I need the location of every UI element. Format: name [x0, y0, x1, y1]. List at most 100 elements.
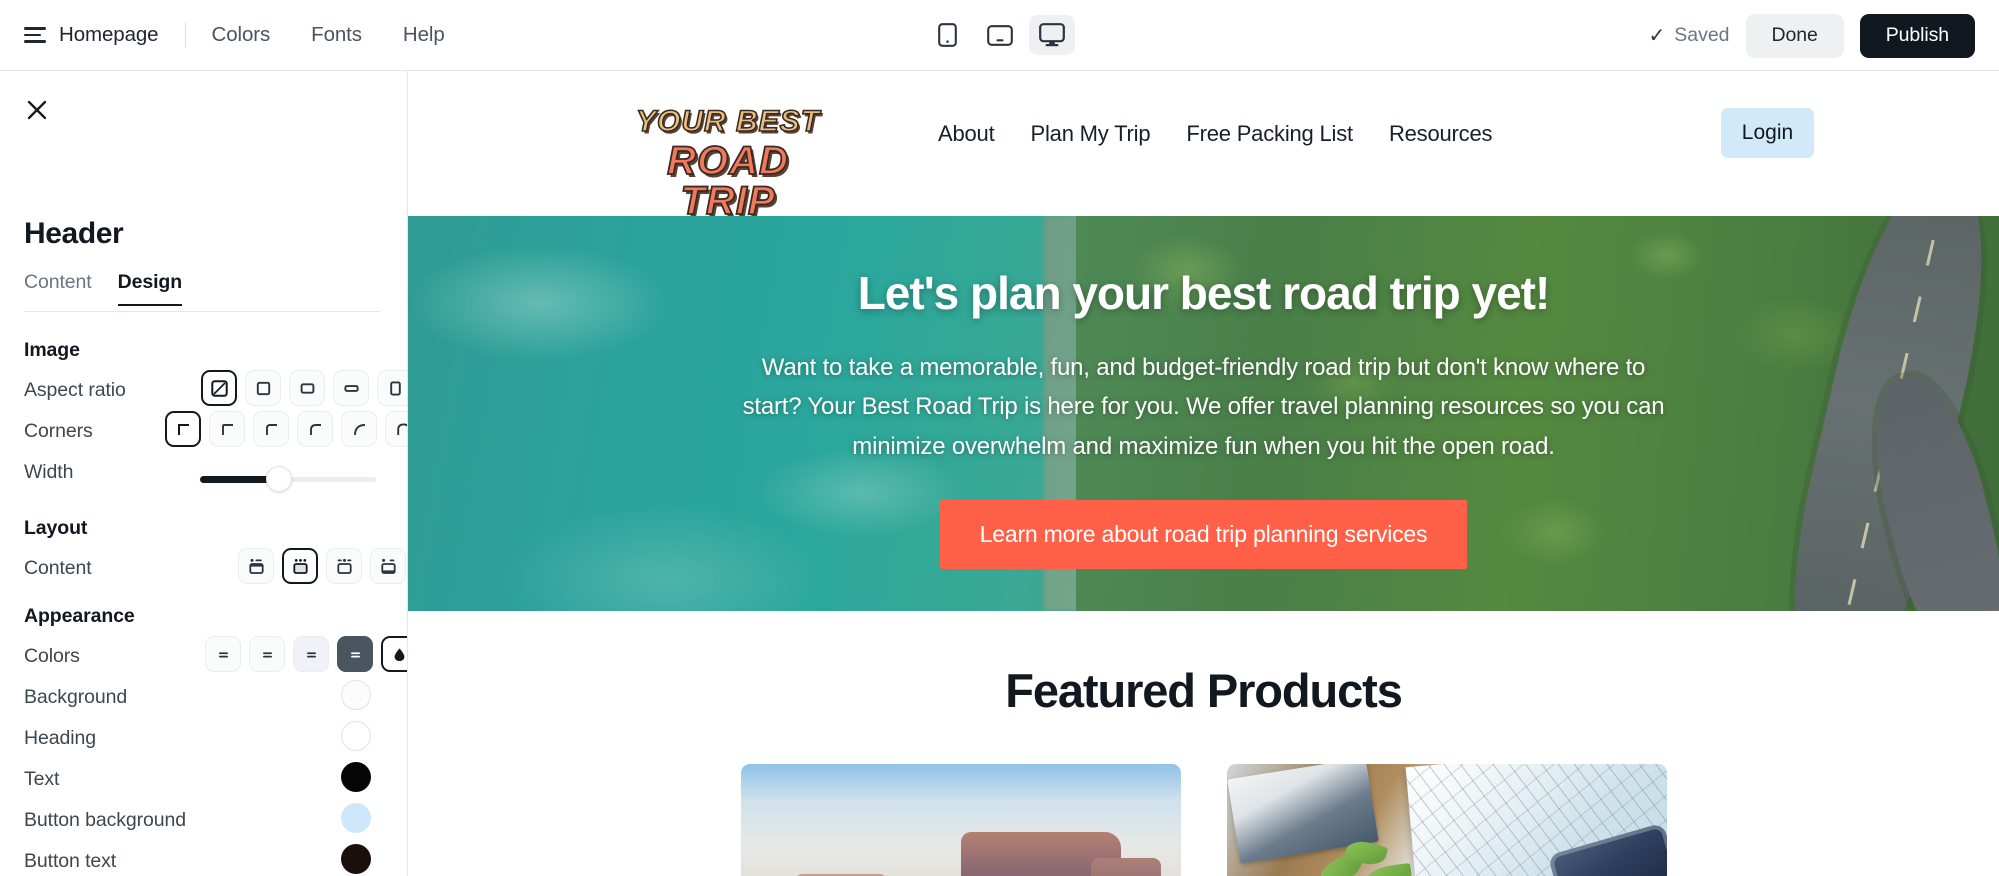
product-card[interactable]	[1226, 764, 1667, 876]
color-scheme-custom-button[interactable]	[381, 636, 407, 672]
toolbar-left-group: Homepage Colors Fonts Help	[0, 22, 445, 48]
nav-item-about[interactable]: About	[938, 121, 995, 147]
swatch-text[interactable]	[341, 762, 371, 792]
tab-design[interactable]: Design	[117, 271, 182, 306]
logo-line-2: ROAD TRIP	[666, 139, 789, 223]
logo-line-1: YOUR BEST	[635, 105, 821, 138]
device-tablet-button[interactable]	[977, 15, 1023, 55]
aspect-ratio-original-button[interactable]	[201, 370, 237, 406]
toolbar-divider	[184, 22, 186, 48]
toolbar-item-colors[interactable]: Colors	[212, 23, 271, 47]
site-header[interactable]: YOUR BEST ROAD TRIP About Plan My Trip F…	[408, 71, 1999, 222]
equals-icon	[262, 651, 272, 657]
save-status: ✓ Saved	[1648, 24, 1729, 47]
color-scheme-3-button[interactable]	[293, 636, 329, 672]
section-title-appearance: Appearance	[24, 605, 135, 627]
desktop-icon	[1038, 23, 1065, 47]
equals-icon	[350, 651, 360, 657]
layout-left-button[interactable]	[238, 548, 274, 584]
width-slider[interactable]	[200, 466, 376, 492]
saved-label: Saved	[1674, 24, 1730, 46]
aspect-ratio-four-three-button[interactable]	[289, 370, 325, 406]
tab-content[interactable]: Content	[24, 271, 92, 306]
device-preview-switcher	[925, 15, 1075, 55]
close-icon	[27, 100, 47, 120]
color-scheme-4-button[interactable]	[337, 636, 373, 672]
corners-large-button[interactable]	[341, 411, 377, 447]
colors-scheme-options	[205, 636, 407, 672]
device-mobile-button[interactable]	[925, 15, 971, 55]
swatch-button-text[interactable]	[341, 844, 371, 874]
editor-toolbar: Homepage Colors Fonts Help ✓ Saved Done …	[0, 0, 1999, 71]
aspect-ratio-square-button[interactable]	[245, 370, 281, 406]
label-layout-content: Content	[24, 557, 92, 579]
layout-right-icon	[380, 558, 396, 574]
aspect-four-three-icon	[300, 382, 314, 394]
hamburger-icon[interactable]	[24, 27, 46, 43]
label-button-background-color: Button background	[24, 809, 187, 831]
label-corners: Corners	[24, 420, 93, 442]
desert-butte	[1090, 858, 1161, 876]
publish-button[interactable]: Publish	[1859, 13, 1975, 58]
aspect-ratio-wide-button[interactable]	[333, 370, 369, 406]
toolbar-item-fonts[interactable]: Fonts	[311, 23, 362, 47]
featured-products-section: Featured Products	[408, 611, 1999, 876]
site-preview-canvas: YOUR BEST ROAD TRIP About Plan My Trip F…	[408, 71, 1999, 876]
aspect-portrait-icon	[389, 380, 401, 396]
label-button-text-color: Button text	[24, 850, 117, 872]
label-colors: Colors	[24, 645, 80, 667]
nav-item-resources[interactable]: Resources	[1389, 121, 1493, 147]
aspect-ratio-portrait-button[interactable]	[377, 370, 407, 406]
product-card-list	[408, 764, 1999, 876]
section-title-layout: Layout	[24, 517, 88, 539]
swatch-background[interactable]	[341, 680, 371, 710]
label-width: Width	[24, 461, 74, 483]
nav-item-free-packing-list[interactable]: Free Packing List	[1186, 121, 1353, 147]
color-scheme-2-button[interactable]	[249, 636, 285, 672]
layout-center-icon	[292, 558, 308, 574]
corner-sharp-icon	[177, 423, 189, 435]
panel-tabs: Content Design	[24, 271, 182, 306]
leaf	[1361, 862, 1414, 876]
layout-split-button[interactable]	[326, 548, 362, 584]
site-logo[interactable]: YOUR BEST ROAD TRIP	[623, 105, 833, 223]
plant	[1312, 836, 1422, 876]
equals-icon	[218, 651, 228, 657]
product-card[interactable]	[740, 764, 1181, 876]
panel-divider	[24, 311, 380, 312]
toolbar-right-group: ✓ Saved Done Publish	[1648, 0, 1975, 71]
color-scheme-1-button[interactable]	[205, 636, 241, 672]
hamburger-line	[24, 33, 41, 37]
check-icon: ✓	[1648, 24, 1666, 47]
login-button[interactable]: Login	[1721, 108, 1814, 158]
toolbar-item-help[interactable]: Help	[403, 23, 445, 47]
toolbar-menu: Colors Fonts Help	[212, 23, 445, 47]
corners-small-button[interactable]	[253, 411, 289, 447]
corners-sharp-button[interactable]	[165, 411, 201, 447]
corners-options	[165, 411, 407, 447]
hamburger-line	[24, 27, 46, 30]
layout-center-button[interactable]	[282, 548, 318, 584]
layout-split-icon	[336, 558, 352, 574]
swatch-heading[interactable]	[341, 721, 371, 751]
device-desktop-button[interactable]	[1028, 15, 1075, 55]
hero-section[interactable]: Let's plan your best road trip yet! Want…	[408, 216, 1999, 611]
hero-cta-button[interactable]: Learn more about road trip planning serv…	[939, 500, 1468, 570]
panel-close-button[interactable]	[22, 95, 52, 125]
corner-round-icon	[396, 422, 407, 435]
section-title-image: Image	[24, 339, 80, 361]
swatch-button-background[interactable]	[341, 803, 371, 833]
hero-content: Let's plan your best road trip yet! Want…	[408, 216, 1999, 570]
layout-right-button[interactable]	[370, 548, 406, 584]
droplet-icon	[394, 647, 404, 661]
corners-medium-button[interactable]	[297, 411, 333, 447]
layout-content-options	[238, 548, 406, 584]
hamburger-line	[24, 40, 46, 43]
hero-paragraph: Want to take a memorable, fun, and budge…	[742, 354, 1665, 460]
page-name-button[interactable]: Homepage	[59, 23, 159, 47]
nav-item-plan-my-trip[interactable]: Plan My Trip	[1031, 121, 1151, 147]
slider-thumb[interactable]	[266, 466, 293, 492]
done-button[interactable]: Done	[1745, 13, 1844, 58]
corners-round-button[interactable]	[385, 411, 407, 447]
corners-xs-button[interactable]	[209, 411, 245, 447]
